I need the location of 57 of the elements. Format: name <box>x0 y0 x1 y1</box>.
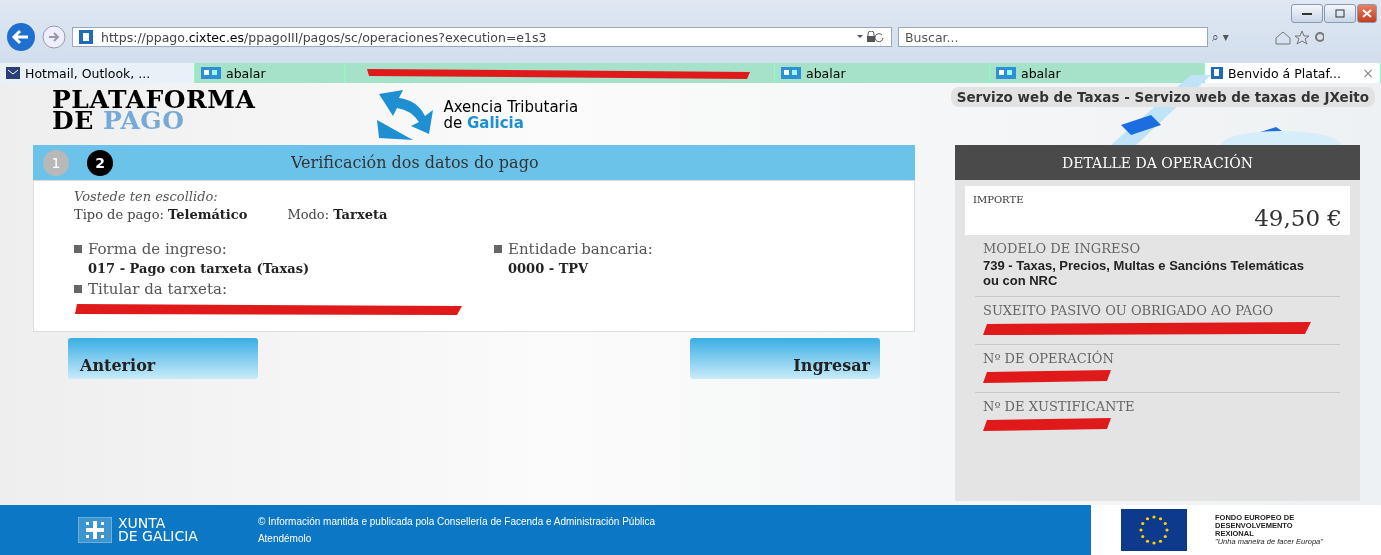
maximize-icon <box>1335 9 1345 18</box>
back-button[interactable] <box>6 22 36 52</box>
eu-flag-icon <box>1121 509 1187 551</box>
bullet-icon <box>494 245 502 253</box>
browser-tab[interactable]: Benvido á Plataf... × <box>1205 63 1381 83</box>
xunta-name: DE GALICIA <box>118 530 198 543</box>
site-icon <box>1211 67 1223 79</box>
search-button[interactable]: ⌕ ▾ <box>1212 30 1229 44</box>
close-button[interactable] <box>1357 4 1377 23</box>
amount-value: 49,50 € <box>1254 205 1342 231</box>
minimize-button[interactable] <box>1291 4 1323 23</box>
field-value: 0000 - TPV <box>507 261 590 276</box>
intro-text: Vostede ten escollido: <box>74 189 219 204</box>
step-number: 1 <box>43 149 69 176</box>
field-label: Forma de ingreso: <box>88 240 227 258</box>
contact-link[interactable]: Atendémolo <box>257 533 655 544</box>
site-icon <box>996 67 1016 79</box>
browser-tab[interactable]: abalar <box>195 63 345 83</box>
step-title: Verificación dos datos do pago <box>291 153 539 172</box>
browser-tab[interactable] <box>345 63 775 83</box>
field-label: Entidade bancaria: <box>508 240 653 258</box>
address-bar[interactable]: https://ppago.cixtec.es/ppagoIII/pagos/sc/operaciones?execution=e1s3 <box>72 27 892 47</box>
mail-icon <box>6 67 20 79</box>
detail-value: 739 - Taxas, Precios, Multas e Sancións Telemáticas ou con NRC <box>983 258 1306 288</box>
submit-button[interactable]: Ingresar <box>690 338 880 379</box>
logo-text: DE PAGO <box>52 110 185 131</box>
detail-label: Nº DE XUSTIFICANTE <box>983 401 1136 413</box>
service-title: Servizo web de Taxas - Servizo web de taxas de JXeito <box>950 87 1375 107</box>
detail-label: SUXEITO PASIVO OU OBRIGADO AO PAGO <box>983 305 1275 317</box>
xunta-name: XUNTA <box>118 517 167 530</box>
xunta-emblem-icon <box>78 517 112 543</box>
browser-tab[interactable]: Hotmail, Outlook, ... <box>0 63 195 83</box>
step-number: 2 <box>87 149 113 176</box>
detail-label: MODELO DE INGRESO <box>983 243 1142 255</box>
bullet-icon <box>74 285 82 293</box>
bullet-icon <box>74 245 82 253</box>
back-button[interactable]: Anterior <box>68 338 258 379</box>
site-icon <box>781 67 801 79</box>
close-tab-button[interactable]: × <box>1362 65 1374 81</box>
logo-text: PLATAFORMA <box>52 89 256 110</box>
forward-button[interactable] <box>42 25 66 49</box>
site-icon <box>201 67 221 79</box>
footer-info: © Información mantida e publicada pola Consellería de Facenda e Administración Pública <box>257 516 655 527</box>
lock-icon <box>855 31 885 43</box>
payment-mode: Modo: Tarxeta <box>287 207 388 222</box>
browser-tab[interactable]: abalar <box>775 63 990 83</box>
browser-tab[interactable]: abalar <box>990 63 1205 83</box>
detail-title: DETALLE DA OPERACIÓN <box>1062 154 1253 171</box>
agency-name: de Galicia <box>443 115 525 131</box>
agency-name: Axencia Tributaria <box>443 99 579 115</box>
amount-label: IMPORTE <box>973 194 1025 205</box>
search-field[interactable]: Buscar... <box>898 27 1208 47</box>
close-icon <box>1362 9 1372 18</box>
field-label: Titular da tarxeta: <box>88 280 227 298</box>
field-value: 017 - Pago con tarxeta (Taxas) <box>87 261 311 276</box>
payment-type: Tipo de pago: Telemático <box>74 207 248 222</box>
site-icon <box>79 30 93 44</box>
